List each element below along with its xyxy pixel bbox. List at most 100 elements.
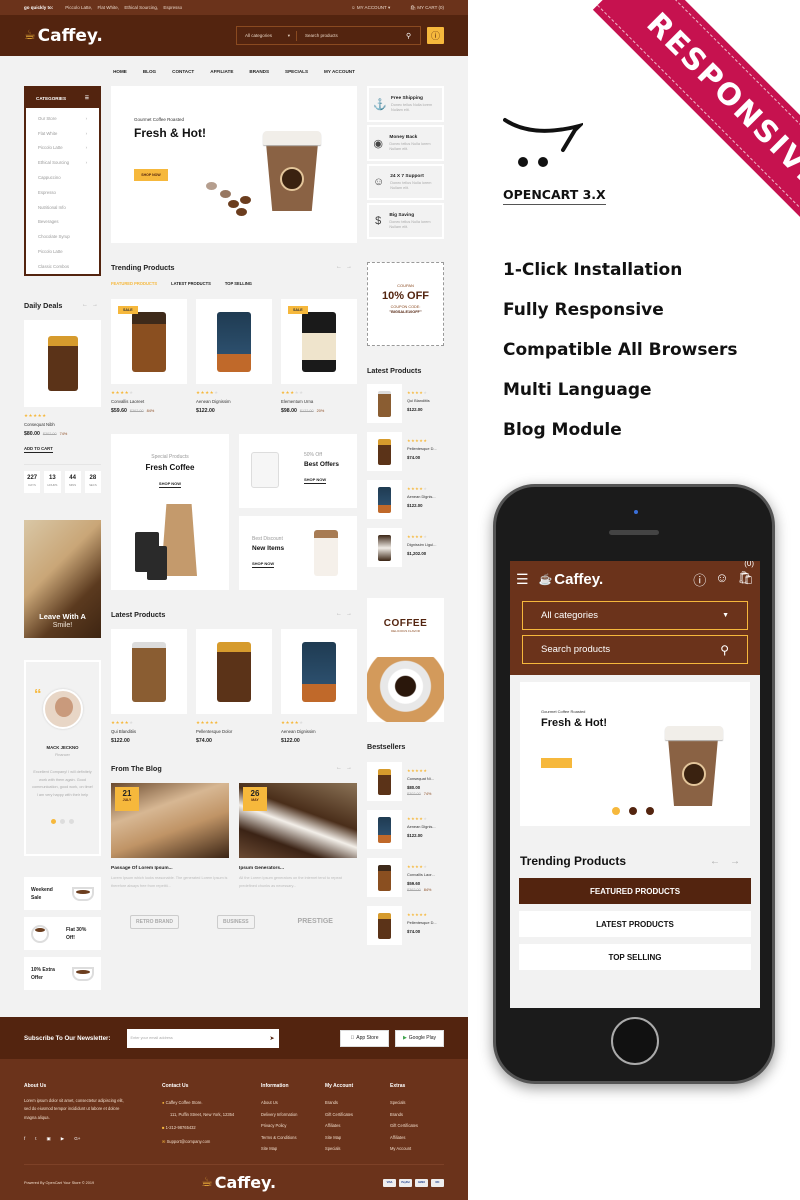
- arrow-right-icon[interactable]: →: [346, 765, 356, 771]
- user-icon[interactable]: ☺: [715, 570, 728, 589]
- search-icon[interactable]: ⚲: [406, 32, 420, 40]
- nav-blog[interactable]: BLOG: [143, 69, 156, 74]
- product-name[interactable]: Convallis Laoreet: [111, 399, 187, 404]
- brand-logo[interactable]: PRESTIGE: [293, 915, 338, 929]
- footer-link[interactable]: Delivery Information: [261, 1109, 297, 1121]
- shop-now-link[interactable]: SHOP NOW: [252, 561, 275, 568]
- arrow-left-icon[interactable]: ←: [336, 264, 346, 270]
- product-name[interactable]: Consequat Nibh: [24, 422, 101, 427]
- footer-logo[interactable]: ☕ Caffey.: [201, 1173, 276, 1192]
- shop-now-link[interactable]: SHOP NOW: [304, 477, 327, 484]
- side-product-item[interactable]: ★★★★★ Aenean Dignis... $122.00: [367, 480, 444, 519]
- blog-post[interactable]: 26 MAY Ipsum Generators... All the Lorem …: [239, 783, 357, 890]
- flat-30-off-banner[interactable]: Flat 30% Off!: [24, 917, 101, 950]
- coupon-banner[interactable]: COUPAN 10% OFF COUPON CODE: "BIGSALE10OF…: [367, 262, 444, 346]
- side-product-item[interactable]: ★★★★★ Consequat Ni... $80.00 $302.00 74%: [367, 762, 444, 801]
- shop-now-link[interactable]: SHOP NOW: [158, 481, 182, 488]
- arrow-left-icon[interactable]: ←: [82, 302, 92, 308]
- add-to-cart-button[interactable]: ADD TO CART: [24, 446, 53, 453]
- quick-link[interactable]: Piccolo Latte,: [65, 5, 92, 10]
- product-image[interactable]: [367, 810, 402, 849]
- side-product-item[interactable]: ★★★★★ Pellentesque D... $74.00: [367, 906, 444, 945]
- tab-top-selling[interactable]: TOP SELLING: [225, 281, 252, 286]
- category-item[interactable]: Beverages: [26, 215, 99, 230]
- blog-post[interactable]: 21 JULY Passage Of Lorem Ipsum... Lorem I…: [111, 783, 229, 890]
- product-image[interactable]: [111, 629, 187, 714]
- product-image[interactable]: [196, 629, 272, 714]
- nav-specials[interactable]: SPECIALS: [285, 69, 308, 74]
- blog-post-title[interactable]: Passage Of Lorem Ipsum...: [111, 866, 229, 871]
- side-product-item[interactable]: ★★★★★ Convallis Laor... $59.60 $362.00 84…: [367, 858, 444, 897]
- mobile-search-input[interactable]: Search products ⚲: [522, 635, 748, 664]
- extra-offer-banner[interactable]: 10% Extra Offer: [24, 957, 101, 990]
- pagination-dot[interactable]: [51, 819, 56, 824]
- leave-with-a-smile-banner[interactable]: Leave With A Smile!: [24, 520, 101, 638]
- product-name[interactable]: Aenean Dignis...: [407, 824, 436, 829]
- new-items-banner[interactable]: Best Discount New Items SHOP NOW: [239, 516, 357, 590]
- category-item[interactable]: Classic Combos: [26, 259, 99, 274]
- product-name[interactable]: Convallis Laor...: [407, 872, 435, 877]
- quick-link[interactable]: Ethical Sourcing,: [124, 5, 158, 10]
- product-image[interactable]: [367, 762, 402, 801]
- footer-link[interactable]: Site Map: [261, 1143, 297, 1155]
- product-image[interactable]: [367, 528, 402, 567]
- coffee-ad-banner[interactable]: COFFEE DELICIOUS FLAVOR: [367, 598, 444, 722]
- product-name[interactable]: Pellentesque D...: [407, 446, 437, 451]
- blog-post-title[interactable]: Ipsum Generators...: [239, 866, 357, 871]
- footer-link[interactable]: Brands: [390, 1109, 418, 1121]
- product-image[interactable]: [196, 299, 272, 384]
- product-card[interactable]: SALE ★★★★★ Convallis Laoreet $59.60 $362.…: [111, 299, 187, 414]
- nav-contact[interactable]: CONTACT: [172, 69, 194, 74]
- newsletter-email-input[interactable]: Enter your email address ➤: [126, 1028, 279, 1048]
- category-item[interactable]: Piccolo Latte: [26, 244, 99, 259]
- arrow-right-icon[interactable]: →: [346, 264, 356, 270]
- info-button[interactable]: ⓘ: [427, 27, 444, 44]
- product-name[interactable]: Qui Blanditiis: [111, 729, 187, 734]
- category-item[interactable]: Cappuccino: [26, 170, 99, 185]
- brand-logo[interactable]: BUSINESS: [216, 915, 255, 929]
- blog-image[interactable]: 21 JULY: [111, 783, 229, 858]
- category-item[interactable]: Chocolate Syrup: [26, 229, 99, 244]
- hero-shop-now-button[interactable]: [541, 758, 572, 768]
- product-image[interactable]: SALE: [281, 299, 357, 384]
- home-button[interactable]: [611, 1017, 659, 1065]
- blog-image[interactable]: 26 MAY: [239, 783, 357, 858]
- mobile-tab-featured[interactable]: FEATURED PRODUCTS: [519, 878, 751, 904]
- product-name[interactable]: Pellentesque D...: [407, 920, 437, 925]
- category-select[interactable]: All categories ▾: [237, 30, 297, 41]
- pagination-dot[interactable]: [646, 807, 654, 815]
- cart-icon[interactable]: 🛍: [737, 570, 754, 589]
- pagination-dot[interactable]: [60, 819, 65, 824]
- product-image[interactable]: [281, 629, 357, 714]
- product-card[interactable]: ★★★★★ Qui Blanditiis $122.00: [111, 629, 187, 744]
- twitter-icon[interactable]: t: [35, 1136, 36, 1142]
- mobile-tab-latest[interactable]: LATEST PRODUCTS: [519, 911, 751, 937]
- footer-link[interactable]: Affiliates: [325, 1120, 353, 1132]
- tab-latest-products[interactable]: LATEST PRODUCTS: [171, 281, 211, 286]
- product-image[interactable]: [367, 432, 402, 471]
- product-card[interactable]: ★★★★★ Pellentesque Dolor $74.00: [196, 629, 272, 744]
- footer-link[interactable]: Site Map: [325, 1132, 353, 1144]
- brand-logo[interactable]: RETRO BRAND: [130, 915, 179, 929]
- youtube-icon[interactable]: ▶: [61, 1136, 64, 1142]
- product-name[interactable]: Aenean Dignissim: [196, 399, 272, 404]
- store-email[interactable]: Support@company.com: [167, 1139, 211, 1144]
- side-product-item[interactable]: ★★★★★ Aenean Dignis... $122.00: [367, 810, 444, 849]
- search-icon[interactable]: ⚲: [720, 643, 729, 657]
- product-image[interactable]: [367, 480, 402, 519]
- product-name[interactable]: Elementum Urna: [281, 399, 357, 404]
- nav-affiliate[interactable]: AFFILIATE: [210, 69, 233, 74]
- product-image[interactable]: [367, 384, 402, 423]
- nav-brands[interactable]: BRANDS: [249, 69, 269, 74]
- footer-link[interactable]: Specials: [390, 1097, 418, 1109]
- pagination-dot[interactable]: [629, 807, 637, 815]
- hamburger-icon[interactable]: ☰: [516, 571, 529, 588]
- app-store-badge[interactable]: App Store: [340, 1029, 389, 1047]
- arrow-left-icon[interactable]: ←: [710, 856, 730, 867]
- logo[interactable]: ☕ Caffey.: [24, 26, 103, 46]
- footer-link[interactable]: Affiliates: [390, 1132, 418, 1144]
- arrow-right-icon[interactable]: →: [346, 611, 356, 617]
- product-name[interactable]: Dignissim Ligul...: [407, 542, 436, 547]
- quick-link[interactable]: Flat White,: [98, 5, 120, 10]
- product-name[interactable]: Consequat Ni...: [407, 776, 434, 781]
